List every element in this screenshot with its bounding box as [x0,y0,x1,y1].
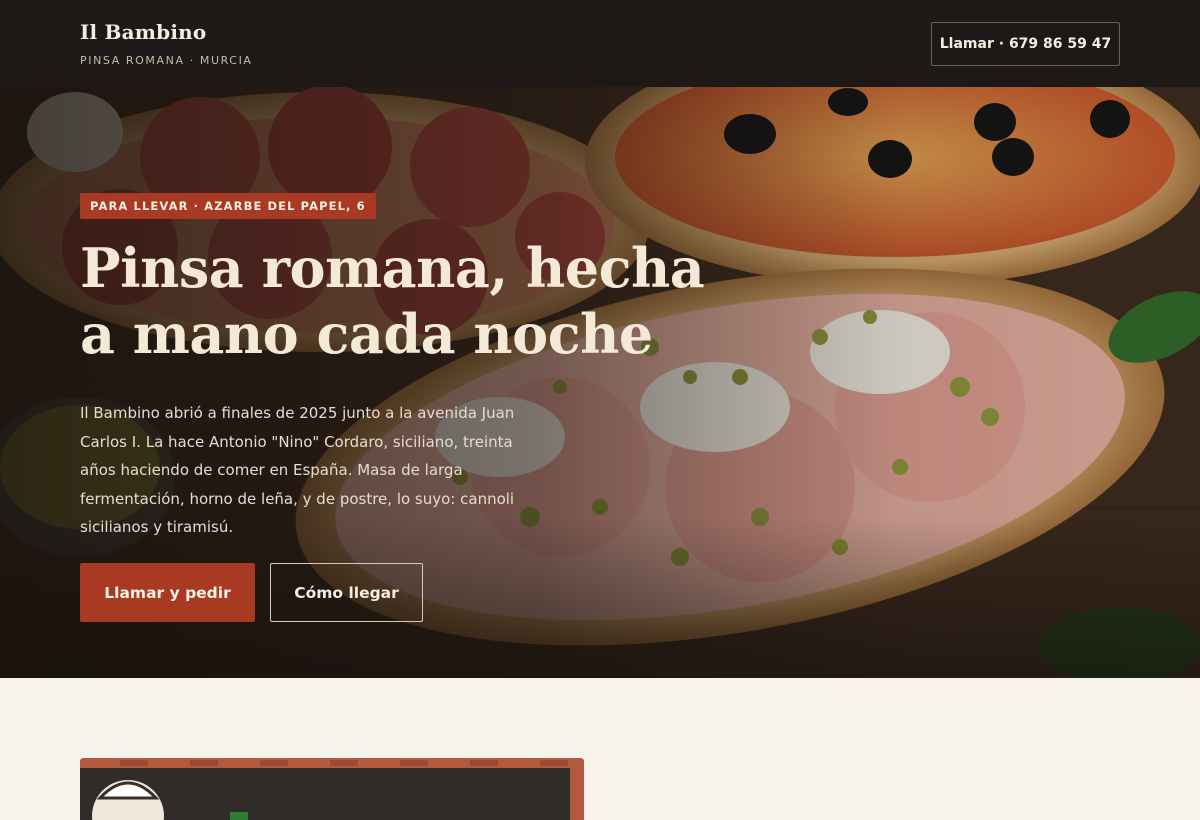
directions-button[interactable]: Cómo llegar [270,563,423,622]
call-and-order-button[interactable]: Llamar y pedir [80,563,255,622]
brand-name[interactable]: Il Bambino [80,20,206,44]
brand-tagline: PINSA ROMANA · MURCIA [80,54,253,67]
storefront-image [80,758,584,820]
hero-section: PARA LLEVAR · AZARBE DEL PAPEL, 6 Pinsa … [0,87,1200,678]
site-header: Il Bambino PINSA ROMANA · MURCIA Llamar … [0,0,1200,87]
hero-description: Il Bambino abrió a finales de 2025 junto… [80,404,515,536]
header-call-button[interactable]: Llamar · 679 86 59 47 [931,22,1120,66]
hero-title: Pinsa romana, hecha a mano cada noche [80,235,720,367]
takeaway-badge: PARA LLEVAR · AZARBE DEL PAPEL, 6 [80,193,376,219]
hero-title-line-2: a mano cada noche [80,302,653,366]
hero-title-line-1: Pinsa romana, hecha [80,236,705,300]
restaurant-photo [80,758,584,820]
